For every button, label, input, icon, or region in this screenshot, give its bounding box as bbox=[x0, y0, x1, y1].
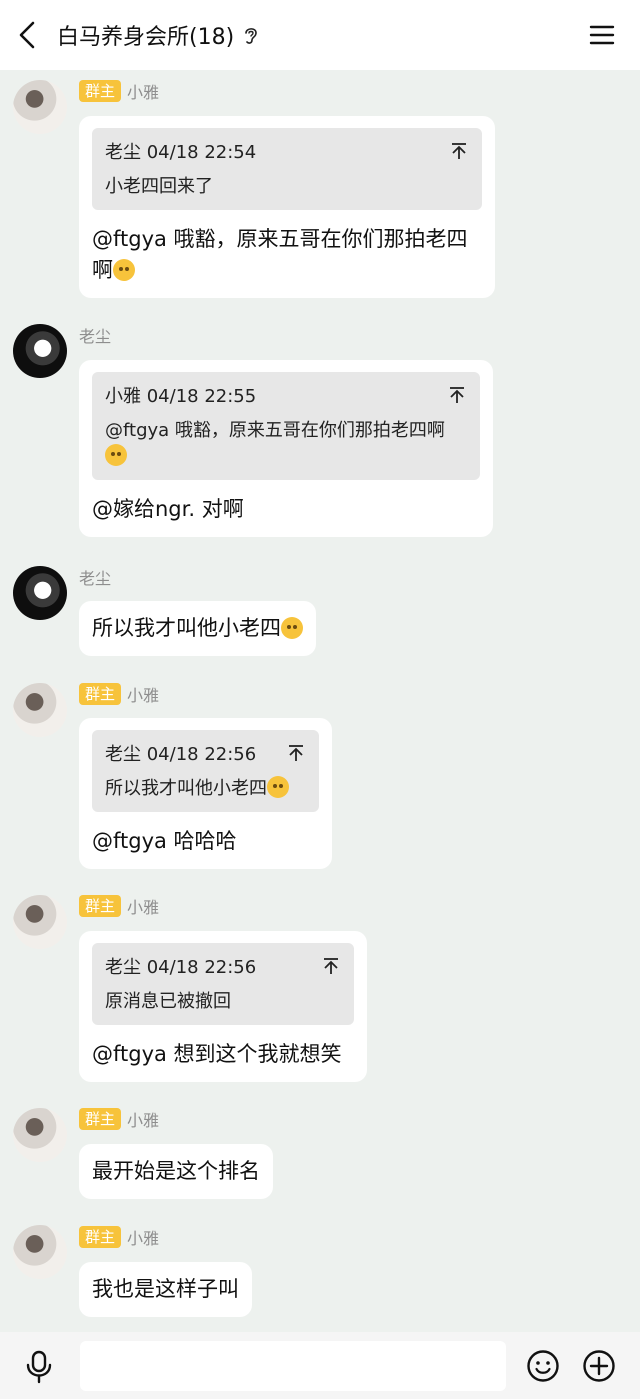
message-bubble[interactable]: 所以我才叫他小老四 bbox=[79, 601, 316, 656]
message-text: @ftgya 哦豁，原来五哥在你们那拍老四啊 bbox=[92, 227, 468, 282]
pin-top-icon[interactable] bbox=[450, 142, 468, 160]
plus-circle-icon bbox=[583, 1350, 615, 1382]
message-bubble[interactable]: 老尘 04/18 22:56 所以我才叫他小老四 @ftgya 哈哈哈 bbox=[79, 718, 332, 869]
message-text: 我也是这样子叫 bbox=[92, 1277, 239, 1301]
sender-row: 群主 小雅 bbox=[79, 1226, 159, 1248]
avatar[interactable] bbox=[13, 895, 67, 949]
microphone-icon bbox=[26, 1350, 52, 1384]
sender-name: 小雅 bbox=[127, 686, 160, 705]
owner-badge: 群主 bbox=[79, 80, 122, 102]
avatar[interactable] bbox=[13, 683, 67, 737]
quote-author-time: 老尘 04/18 22:56 bbox=[105, 957, 257, 978]
message-text: @ftgya 想到这个我就想笑 bbox=[92, 1042, 342, 1066]
quote-text: 所以我才叫他小老四 bbox=[105, 776, 305, 802]
sender-name: 老尘 bbox=[79, 569, 112, 588]
message-bubble[interactable]: 老尘 04/18 22:56 原消息已被撤回 @ftgya 想到这个我就想笑 bbox=[79, 931, 367, 1082]
quoted-message[interactable]: 老尘 04/18 22:56 原消息已被撤回 bbox=[92, 943, 354, 1025]
message-text: @ftgya 哈哈哈 bbox=[92, 829, 237, 853]
quoted-message[interactable]: 老尘 04/18 22:56 所以我才叫他小老四 bbox=[92, 730, 319, 812]
laughing-emoji-icon bbox=[113, 259, 135, 281]
sender-name: 小雅 bbox=[127, 1229, 160, 1248]
sender-row: 群主 小雅 bbox=[79, 1108, 159, 1130]
owner-badge: 群主 bbox=[79, 1226, 122, 1248]
message-text: @嫁给ngr. 对啊 bbox=[92, 497, 244, 521]
chevron-left-icon bbox=[19, 21, 35, 49]
quote-author-time: 小雅 04/18 22:55 bbox=[105, 386, 257, 407]
quote-text: 小老四回来了 bbox=[105, 176, 213, 197]
quoted-message[interactable]: 老尘 04/18 22:54 小老四回来了 bbox=[92, 128, 482, 210]
owner-badge: 群主 bbox=[79, 1108, 122, 1130]
quote-author-time: 老尘 04/18 22:56 bbox=[105, 744, 257, 765]
message-bubble[interactable]: 小雅 04/18 22:55 @ftgya 哦豁，原来五哥在你们那拍老四啊 @嫁… bbox=[79, 360, 493, 537]
sender-row: 老尘 bbox=[79, 324, 111, 346]
sender-row: 群主 小雅 bbox=[79, 80, 159, 102]
hamburger-menu-icon bbox=[589, 25, 615, 45]
avatar[interactable] bbox=[13, 1225, 67, 1279]
input-bar bbox=[0, 1332, 640, 1399]
emoji-button[interactable] bbox=[526, 1349, 560, 1383]
sender-name: 小雅 bbox=[127, 83, 160, 102]
message-text: 所以我才叫他小老四 bbox=[92, 613, 303, 644]
sender-name: 老尘 bbox=[79, 327, 112, 346]
sender-row: 群主 小雅 bbox=[79, 683, 159, 705]
voice-button[interactable] bbox=[24, 1350, 54, 1384]
pin-top-icon[interactable] bbox=[322, 957, 340, 975]
back-button[interactable] bbox=[14, 20, 44, 50]
avatar[interactable] bbox=[13, 324, 67, 378]
quote-author-time: 老尘 04/18 22:54 bbox=[105, 142, 257, 163]
message-bubble[interactable]: 我也是这样子叫 bbox=[79, 1262, 252, 1317]
smiley-icon bbox=[527, 1350, 559, 1382]
pin-top-icon[interactable] bbox=[287, 744, 305, 762]
chat-header: 白马养身会所(18) bbox=[0, 0, 640, 70]
smile-emoji-icon bbox=[267, 776, 289, 798]
sender-name: 小雅 bbox=[127, 898, 160, 917]
owner-badge: 群主 bbox=[79, 895, 122, 917]
sender-row: 群主 小雅 bbox=[79, 895, 159, 917]
pin-top-icon[interactable] bbox=[448, 386, 466, 404]
avatar[interactable] bbox=[13, 80, 67, 134]
avatar[interactable] bbox=[13, 566, 67, 620]
message-list[interactable]: 群主 小雅 老尘 04/18 22:54 小老四回来了 @ftgya 哦豁，原来… bbox=[0, 70, 640, 1332]
sender-row: 老尘 bbox=[79, 566, 111, 588]
owner-badge: 群主 bbox=[79, 683, 122, 705]
quote-text: @ftgya 哦豁，原来五哥在你们那拍老四啊 bbox=[105, 418, 466, 470]
message-input[interactable] bbox=[80, 1341, 506, 1391]
ear-icon bbox=[245, 28, 257, 44]
laughing-emoji-icon bbox=[105, 444, 127, 466]
more-button[interactable] bbox=[582, 1349, 616, 1383]
sender-name: 小雅 bbox=[127, 1111, 160, 1130]
message-bubble[interactable]: 老尘 04/18 22:54 小老四回来了 @ftgya 哦豁，原来五哥在你们那… bbox=[79, 116, 495, 298]
avatar[interactable] bbox=[13, 1108, 67, 1162]
message-text: 最开始是这个排名 bbox=[92, 1159, 260, 1183]
quoted-message[interactable]: 小雅 04/18 22:55 @ftgya 哦豁，原来五哥在你们那拍老四啊 bbox=[92, 372, 480, 480]
quote-text: 原消息已被撤回 bbox=[105, 991, 231, 1012]
message-bubble[interactable]: 最开始是这个排名 bbox=[79, 1144, 273, 1199]
chat-title-area[interactable]: 白马养身会所(18) bbox=[57, 20, 260, 50]
smile-emoji-icon bbox=[281, 617, 303, 639]
chat-title: 白马养身会所(18) bbox=[57, 25, 235, 50]
menu-button[interactable] bbox=[588, 20, 616, 50]
